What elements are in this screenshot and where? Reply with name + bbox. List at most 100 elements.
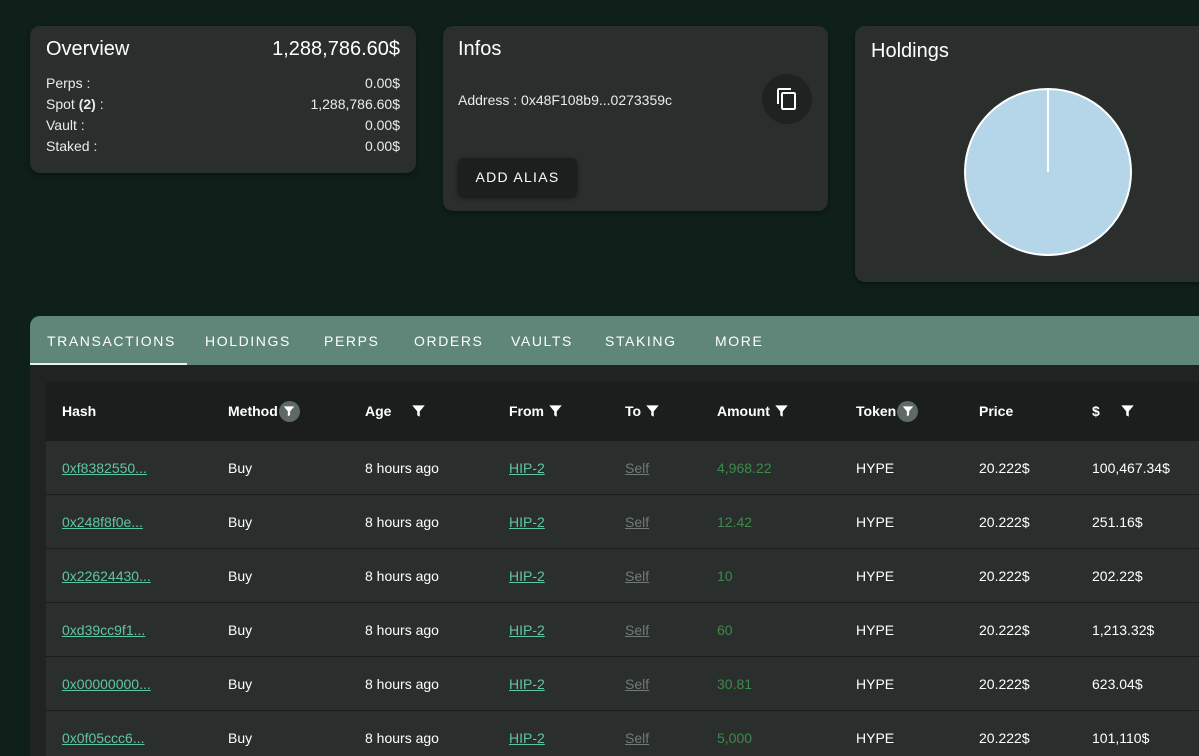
tx-from-link[interactable]: HIP-2 — [509, 730, 545, 746]
tx-amount-cell: 5,000 — [717, 711, 752, 756]
filter-icon[interactable] — [774, 403, 789, 419]
tab-perps[interactable]: PERPS — [324, 316, 379, 365]
tx-amount: 60 — [717, 622, 733, 638]
tab-orders[interactable]: ORDERS — [414, 316, 484, 365]
tx-from-cell: HIP-2 — [509, 441, 545, 495]
tx-to-link[interactable]: Self — [625, 514, 649, 530]
overview-row-spot: Spot (2) : 1,288,786.60$ — [46, 94, 400, 115]
tx-token-cell: HYPE — [856, 603, 894, 657]
tx-token: HYPE — [856, 460, 895, 476]
copy-icon — [777, 88, 796, 110]
table-body: 0xf8382550... Buy 8 hours ago HIP-2 Self 4,96… — [46, 440, 1199, 756]
tx-hash-link[interactable]: 0xf8382550... — [62, 460, 147, 476]
filter-icon[interactable] — [1120, 403, 1135, 419]
overview-value: 1,288,786.60$ — [310, 96, 400, 112]
tx-from-cell: HIP-2 — [509, 495, 545, 549]
tx-usd-value: 101,110$ — [1092, 730, 1150, 746]
tx-from-link[interactable]: HIP-2 — [509, 622, 545, 638]
tx-age: 8 hours ago — [365, 568, 439, 584]
filter-icon[interactable] — [548, 403, 563, 419]
overview-label: Spot (2) : — [46, 96, 104, 112]
tab-staking[interactable]: STAKING — [605, 316, 677, 365]
tx-age: 8 hours ago — [365, 622, 439, 638]
tx-method-cell: Buy — [228, 603, 252, 657]
filter-icon[interactable] — [411, 403, 426, 419]
tx-method-cell: Buy — [228, 549, 252, 603]
table-row: 0x248f8f0e... Buy 8 hours ago HIP-2 Self 12.4… — [46, 494, 1199, 548]
tx-token-cell: HYPE — [856, 657, 894, 711]
tx-token: HYPE — [856, 568, 895, 584]
tx-token-cell: HYPE — [856, 495, 894, 549]
wallet-address: Address : 0x48F108b9...0273359c — [458, 92, 673, 108]
copy-address-button[interactable] — [762, 74, 812, 124]
tx-method: Buy — [228, 460, 253, 476]
tx-amount: 10 — [717, 568, 733, 584]
filter-icon[interactable] — [645, 403, 660, 419]
overview-value: 0.00$ — [364, 138, 400, 154]
tx-token-cell: HYPE — [856, 441, 894, 495]
tx-to-link[interactable]: Self — [625, 730, 649, 746]
tx-usd-value: 623.04$ — [1092, 676, 1143, 692]
tx-hash-link[interactable]: 0x0f05ccc6... — [62, 730, 145, 746]
tx-amount: 5,000 — [717, 730, 753, 746]
tab-holdings[interactable]: HOLDINGS — [205, 316, 291, 365]
tx-from-cell: HIP-2 — [509, 549, 545, 603]
tx-hash-cell: 0x00000000... — [62, 657, 151, 711]
tx-to-link[interactable]: Self — [625, 460, 649, 476]
tx-hash-link[interactable]: 0x22624430... — [62, 568, 151, 584]
tx-method-cell: Buy — [228, 441, 252, 495]
column-usd: $ — [1092, 382, 1135, 440]
tx-price: 20.222$ — [979, 460, 1030, 476]
tx-price-cell: 20.222$ — [979, 441, 1030, 495]
overview-label: Vault : — [46, 117, 85, 133]
tx-usd-value-cell: 623.04$ — [1092, 657, 1143, 711]
overview-title: Overview — [46, 38, 130, 60]
tx-age: 8 hours ago — [365, 730, 439, 746]
infos-card: Infos Address : 0x48F108b9...0273359c AD… — [443, 26, 828, 211]
infos-title: Infos — [458, 38, 502, 60]
tx-age: 8 hours ago — [365, 460, 439, 476]
tx-method: Buy — [228, 676, 253, 692]
column-to: To — [625, 382, 660, 440]
tab-bar: TRANSACTIONS HOLDINGS PERPS ORDERS VAULT… — [30, 316, 1199, 365]
filter-icon[interactable] — [897, 400, 919, 422]
table-row: 0xd39cc9f1... Buy 8 hours ago HIP-2 Self 60 HY… — [46, 602, 1199, 656]
tx-to-link[interactable]: Self — [625, 676, 649, 692]
tx-hash-cell: 0xd39cc9f1... — [62, 603, 145, 657]
tx-usd-value-cell: 101,110$ — [1092, 711, 1149, 756]
tx-usd-value: 1,213.32$ — [1092, 622, 1155, 638]
tab-vaults[interactable]: VAULTS — [511, 316, 573, 365]
tx-method-cell: Buy — [228, 657, 252, 711]
tx-hash-link[interactable]: 0x248f8f0e... — [62, 514, 143, 530]
tx-hash-link[interactable]: 0xd39cc9f1... — [62, 622, 145, 638]
holdings-pie-chart — [964, 88, 1132, 256]
tx-to-cell: Self — [625, 657, 649, 711]
tx-age: 8 hours ago — [365, 676, 439, 692]
tx-from-link[interactable]: HIP-2 — [509, 460, 545, 476]
tx-from-link[interactable]: HIP-2 — [509, 676, 545, 692]
tx-price: 20.222$ — [979, 622, 1030, 638]
column-amount: Amount — [717, 382, 789, 440]
tx-hash-link[interactable]: 0x00000000... — [62, 676, 151, 692]
tx-to-cell: Self — [625, 603, 649, 657]
table-row: 0x22624430... Buy 8 hours ago HIP-2 Self 10 HY… — [46, 548, 1199, 602]
tab-more[interactable]: MORE — [715, 316, 763, 365]
tx-token-cell: HYPE — [856, 549, 894, 603]
tx-method-cell: Buy — [228, 711, 252, 756]
tx-from-link[interactable]: HIP-2 — [509, 514, 545, 530]
column-from: From — [509, 382, 563, 440]
add-alias-button[interactable]: ADD ALIAS — [458, 158, 577, 196]
spot-count: (2) — [78, 96, 96, 112]
tab-transactions[interactable]: TRANSACTIONS — [30, 316, 187, 365]
tx-price-cell: 20.222$ — [979, 495, 1030, 549]
tx-to-link[interactable]: Self — [625, 622, 649, 638]
tx-amount: 30.81 — [717, 676, 753, 692]
tx-from-cell: HIP-2 — [509, 657, 545, 711]
tx-from-cell: HIP-2 — [509, 711, 545, 756]
tx-price-cell: 20.222$ — [979, 603, 1030, 657]
tx-from-link[interactable]: HIP-2 — [509, 568, 545, 584]
filter-icon[interactable] — [278, 400, 300, 422]
tx-age-cell: 8 hours ago — [365, 711, 439, 756]
tx-to-link[interactable]: Self — [625, 568, 649, 584]
tx-amount: 4,968.22 — [717, 460, 772, 476]
